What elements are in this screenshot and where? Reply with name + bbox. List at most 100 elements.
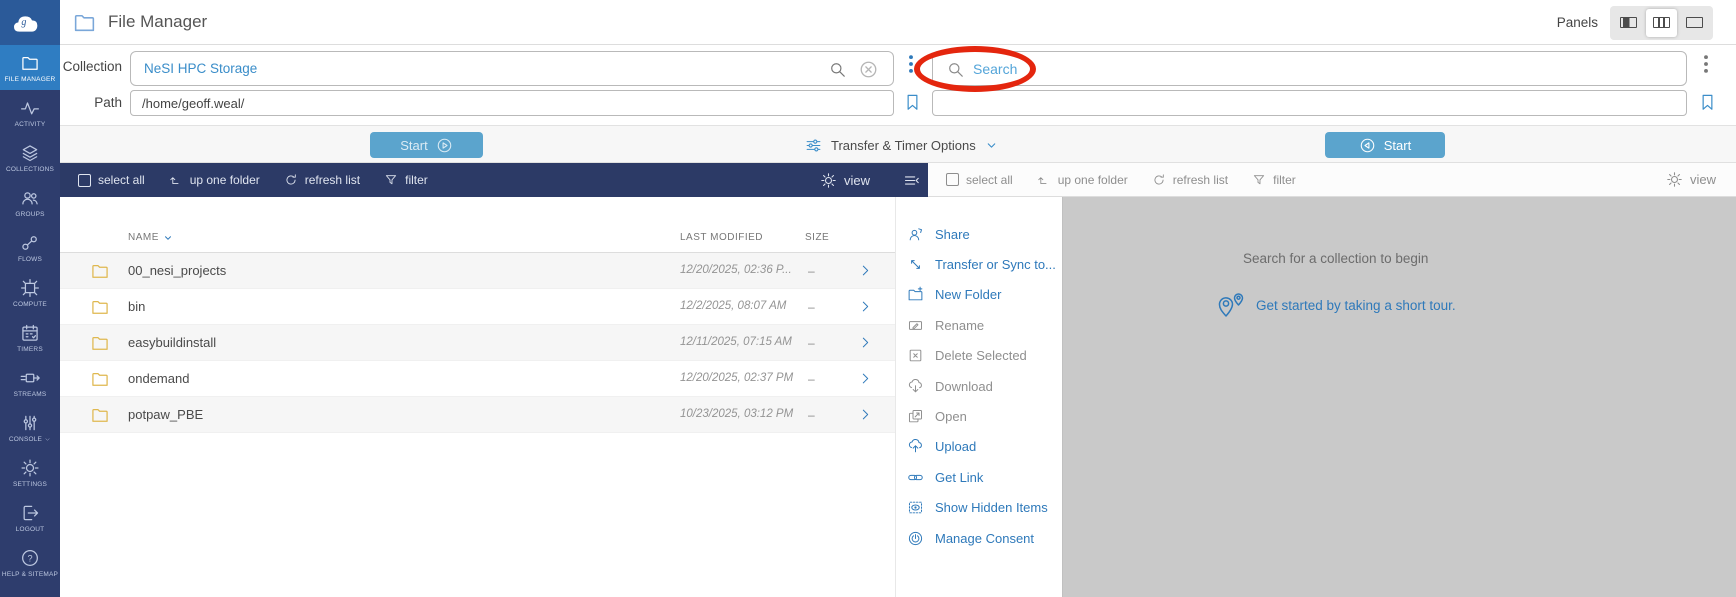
sidebar-item-label: SETTINGS (12, 480, 48, 488)
sidebar-item-activity[interactable]: ACTIVITY (0, 90, 60, 135)
chevron-right-icon[interactable] (858, 335, 873, 350)
sidebar-item-label: STREAMS (13, 390, 47, 398)
select-all-button[interactable]: select all (946, 173, 1013, 187)
panels-label: Panels (1556, 15, 1598, 30)
filter-button[interactable]: filter (384, 173, 428, 187)
menu-item-share[interactable]: Share (896, 219, 1062, 249)
one-panel-button[interactable] (1613, 9, 1644, 37)
up-one-folder-button[interactable]: up one folder (169, 173, 260, 187)
sidebar-item-help-sitemap[interactable]: HELP & SITEMAP (0, 540, 60, 585)
sidebar-item-timers[interactable]: TIMERS (0, 315, 60, 360)
menu-item-show-hidden-items[interactable]: Show Hidden Items (896, 493, 1062, 523)
menu-item-manage-consent[interactable]: Manage Consent (896, 523, 1062, 553)
start-button-label: Start (1383, 137, 1412, 153)
bookmark-icon[interactable] (903, 91, 922, 114)
sidebar-item-label: GROUPS (15, 210, 45, 218)
chevron-right-icon[interactable] (858, 407, 873, 422)
table-row-folder[interactable]: bin 12/2/2025, 08:07 AM – (60, 289, 895, 325)
left-collection-menu-dots-icon[interactable] (900, 53, 922, 75)
name-column-label: NAME (128, 232, 159, 243)
left-start-transfer-button[interactable]: Start (370, 132, 483, 158)
select-all-checkbox[interactable] (946, 173, 959, 186)
collapse-menu-icon[interactable] (903, 172, 920, 189)
collection-path-fields: Collection Path (60, 45, 1736, 125)
view-options-button[interactable]: view (1666, 171, 1716, 188)
sliders-icon (805, 137, 822, 154)
chevron-right-icon[interactable] (858, 299, 873, 314)
transfer-timer-options-toggle[interactable]: Transfer & Timer Options (805, 126, 998, 164)
two-panel-button[interactable] (1646, 8, 1677, 37)
search-icon[interactable] (828, 60, 847, 79)
three-panel-icon (1686, 17, 1703, 28)
menu-item-label: Manage Consent (935, 530, 1035, 546)
sidebar-item-settings[interactable]: SETTINGS (0, 450, 60, 495)
table-row-folder[interactable]: easybuildinstall 12/11/2025, 07:15 AM – (60, 325, 895, 361)
refresh-list-label: refresh list (304, 173, 361, 187)
sidebar-item-streams[interactable]: STREAMS (0, 360, 60, 405)
menu-item-label: Show Hidden Items (935, 500, 1048, 516)
sidebar-item-flows[interactable]: FLOWS (0, 225, 60, 270)
sidebar-item-compute[interactable]: COMPUTE (0, 270, 60, 315)
select-all-button[interactable]: select all (78, 173, 145, 187)
clear-collection-icon[interactable] (858, 59, 879, 80)
left-panel-toolbar: select all up one folder refresh list fi… (60, 163, 928, 197)
table-row-folder[interactable]: potpaw_PBE 10/23/2025, 03:12 PM – (60, 397, 895, 433)
left-path-input[interactable] (130, 90, 894, 116)
sidebar-item-label: COMPUTE (13, 300, 47, 308)
table-row-folder[interactable]: ondemand 12/20/2025, 02:37 PM – (60, 361, 895, 397)
globus-cloud-logo[interactable]: g (0, 0, 60, 45)
menu-item-download[interactable]: Download (896, 371, 1062, 401)
empty-state-message: Search for a collection to begin (1243, 251, 1429, 266)
flow-icon (20, 233, 40, 253)
right-collection-search-input[interactable] (973, 53, 1673, 84)
right-start-transfer-button[interactable]: Start (1325, 132, 1445, 158)
chevron-down-icon (163, 233, 173, 243)
menu-item-delete-selected[interactable]: Delete Selected (896, 341, 1062, 371)
up-one-folder-icon (1037, 173, 1051, 187)
menu-item-get-link[interactable]: Get Link (896, 462, 1062, 492)
up-one-folder-button[interactable]: up one folder (1037, 173, 1128, 187)
start-button-label: Start (400, 137, 428, 153)
sidebar-item-label: FILE MANAGER (4, 75, 56, 83)
table-row-folder[interactable]: 00_nesi_projects 12/20/2025, 02:36 P... … (60, 253, 895, 289)
three-panel-button[interactable] (1679, 9, 1710, 37)
menu-item-label: Download (935, 378, 993, 394)
chevron-right-icon[interactable] (858, 371, 873, 386)
tour-link[interactable]: Get started by taking a short tour. (1216, 289, 1456, 321)
chevron-right-icon[interactable] (858, 263, 873, 278)
bookmark-icon[interactable] (1698, 91, 1717, 114)
last-modified: 12/20/2025, 02:36 P... (680, 264, 792, 276)
menu-item-transfer-or-sync[interactable]: Transfer or Sync to... (896, 249, 1062, 279)
eye-icon (907, 499, 924, 516)
last-modified: 12/20/2025, 02:37 PM (680, 372, 794, 384)
sidebar-item-console[interactable]: CONSOLE (0, 405, 60, 450)
sidebar-item-collections[interactable]: COLLECTIONS (0, 135, 60, 180)
right-collection-menu-dots-icon[interactable] (1695, 53, 1717, 75)
sort-by-name-header[interactable]: NAME (128, 232, 173, 243)
menu-item-new-folder[interactable]: New Folder (896, 280, 1062, 310)
sidebar-item-file-manager[interactable]: FILE MANAGER (0, 45, 60, 90)
right-search-box (932, 51, 1687, 86)
folder-icon (90, 333, 110, 353)
refresh-list-label: refresh list (1172, 172, 1229, 187)
menu-item-open[interactable]: Open (896, 401, 1062, 431)
refresh-list-button[interactable]: refresh list (1152, 173, 1228, 187)
view-options-button[interactable]: view (820, 172, 870, 189)
chevron-down-icon (44, 436, 51, 443)
file-size: – (808, 408, 815, 422)
select-all-checkbox[interactable] (78, 173, 91, 187)
sidebar-item-logout[interactable]: LOGOUT (0, 495, 60, 540)
collection-label: Collection (62, 59, 122, 74)
refresh-list-button[interactable]: refresh list (284, 173, 360, 187)
chain-link-icon (907, 469, 924, 486)
menu-item-rename[interactable]: Rename (896, 310, 1062, 340)
cloud-upload-icon (907, 438, 924, 455)
right-path-input[interactable] (932, 90, 1687, 116)
menu-item-label: Transfer or Sync to... (935, 257, 1056, 273)
file-action-menu: Share Transfer or Sync to... New Folder … (895, 197, 1063, 597)
filter-button[interactable]: filter (1252, 173, 1296, 187)
collection-input[interactable] (132, 53, 822, 84)
sidebar-item-groups[interactable]: GROUPS (0, 180, 60, 225)
menu-item-upload[interactable]: Upload (896, 432, 1062, 462)
file-manager-folder-icon (72, 10, 97, 35)
